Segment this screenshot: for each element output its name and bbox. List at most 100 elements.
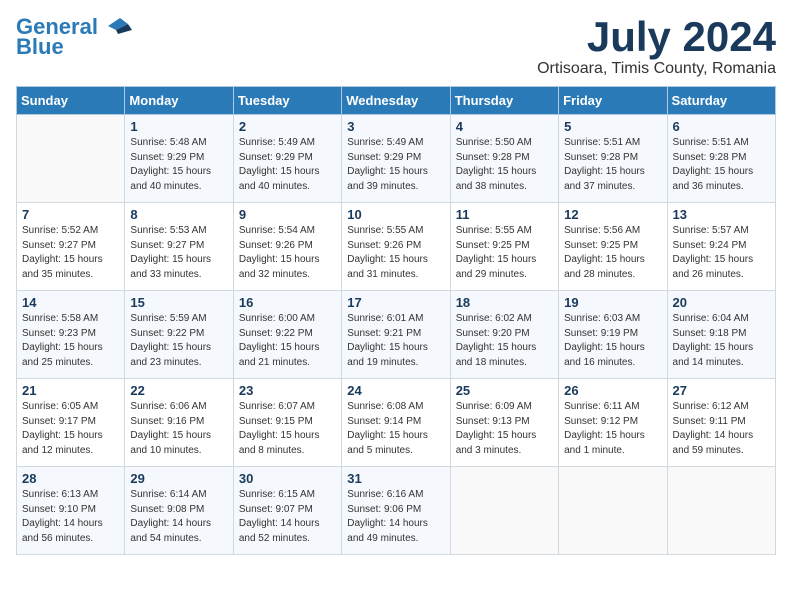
calendar-cell: 4Sunrise: 5:50 AM Sunset: 9:28 PM Daylig… <box>450 115 558 203</box>
weekday-header-tuesday: Tuesday <box>233 87 341 115</box>
day-number: 13 <box>673 207 770 222</box>
day-info: Sunrise: 6:16 AM Sunset: 9:06 PM Dayligh… <box>347 488 444 546</box>
calendar-cell: 10 Sunrise: 5:55 AM Sunset: 9:26 PM Dayli… <box>342 203 450 291</box>
day-number: 31 <box>347 471 444 486</box>
calendar-cell: 2 Sunrise: 5:49 AM Sunset: 9:29 PM Daylig… <box>233 115 341 203</box>
calendar-cell: 5Sunrise: 5:51 AM Sunset: 9:28 PM Daylig… <box>559 115 667 203</box>
day-number: 2 <box>239 119 336 134</box>
calendar-cell: 30Sunrise: 6:15 AM Sunset: 9:07 PM Dayli… <box>233 467 341 555</box>
day-number: 16 <box>239 295 336 310</box>
calendar-cell: 16Sunrise: 6:00 AM Sunset: 9:22 PM Dayli… <box>233 291 341 379</box>
weekday-header-monday: Monday <box>125 87 233 115</box>
day-number: 4 <box>456 119 553 134</box>
day-info: Sunrise: 5:55 AM Sunset: 9:25 PM Dayligh… <box>456 224 553 282</box>
day-info: Sunrise: 5:54 AM Sunset: 9:26 PM Dayligh… <box>239 224 336 282</box>
calendar-cell: 18 Sunrise: 6:02 AM Sunset: 9:20 PM Dayli… <box>450 291 558 379</box>
day-number: 9 <box>239 207 336 222</box>
calendar-cell <box>667 467 775 555</box>
calendar-week-row: 1 Sunrise: 5:48 AM Sunset: 9:29 PM Daylig… <box>17 115 776 203</box>
calendar-cell: 21 Sunrise: 6:05 AM Sunset: 9:17 PM Dayli… <box>17 379 125 467</box>
calendar-cell: 31 Sunrise: 6:16 AM Sunset: 9:06 PM Dayli… <box>342 467 450 555</box>
day-info: Sunrise: 5:51 AM Sunset: 9:28 PM Dayligh… <box>673 136 770 194</box>
calendar-cell: 3 Sunrise: 5:49 AM Sunset: 9:29 PM Daylig… <box>342 115 450 203</box>
day-number: 20 <box>673 295 770 310</box>
weekday-header-sunday: Sunday <box>17 87 125 115</box>
calendar-cell: 19 Sunrise: 6:03 AM Sunset: 9:19 PM Dayli… <box>559 291 667 379</box>
weekday-header-wednesday: Wednesday <box>342 87 450 115</box>
day-info: Sunrise: 6:01 AM Sunset: 9:21 PM Dayligh… <box>347 312 444 370</box>
day-number: 12 <box>564 207 661 222</box>
day-info: Sunrise: 6:04 AM Sunset: 9:18 PM Dayligh… <box>673 312 770 370</box>
day-number: 5 <box>564 119 661 134</box>
calendar-header-row: SundayMondayTuesdayWednesdayThursdayFrid… <box>17 87 776 115</box>
calendar-cell: 28 Sunrise: 6:13 AM Sunset: 9:10 PM Dayli… <box>17 467 125 555</box>
day-info: Sunrise: 5:57 AM Sunset: 9:24 PM Dayligh… <box>673 224 770 282</box>
day-number: 17 <box>347 295 444 310</box>
day-number: 18 <box>456 295 553 310</box>
calendar-week-row: 7 Sunrise: 5:52 AM Sunset: 9:27 PM Daylig… <box>17 203 776 291</box>
calendar-week-row: 28 Sunrise: 6:13 AM Sunset: 9:10 PM Dayli… <box>17 467 776 555</box>
day-number: 6 <box>673 119 770 134</box>
day-info: Sunrise: 6:14 AM Sunset: 9:08 PM Dayligh… <box>130 488 227 546</box>
day-number: 7 <box>22 207 119 222</box>
day-number: 14 <box>22 295 119 310</box>
day-number: 21 <box>22 383 119 398</box>
page-header: General Blue July 2024 Ortisoara, Timis … <box>16 16 776 78</box>
day-info: Sunrise: 6:12 AM Sunset: 9:11 PM Dayligh… <box>673 400 770 458</box>
day-info: Sunrise: 6:02 AM Sunset: 9:20 PM Dayligh… <box>456 312 553 370</box>
day-info: Sunrise: 5:49 AM Sunset: 9:29 PM Dayligh… <box>239 136 336 194</box>
day-number: 8 <box>130 207 227 222</box>
calendar-table: SundayMondayTuesdayWednesdayThursdayFrid… <box>16 86 776 555</box>
calendar-cell <box>17 115 125 203</box>
day-number: 26 <box>564 383 661 398</box>
day-info: Sunrise: 6:03 AM Sunset: 9:19 PM Dayligh… <box>564 312 661 370</box>
calendar-cell: 17 Sunrise: 6:01 AM Sunset: 9:21 PM Dayli… <box>342 291 450 379</box>
calendar-week-row: 14 Sunrise: 5:58 AM Sunset: 9:23 PM Dayli… <box>17 291 776 379</box>
day-number: 22 <box>130 383 227 398</box>
day-info: Sunrise: 5:53 AM Sunset: 9:27 PM Dayligh… <box>130 224 227 282</box>
logo: General Blue <box>16 16 132 58</box>
day-info: Sunrise: 5:58 AM Sunset: 9:23 PM Dayligh… <box>22 312 119 370</box>
calendar-cell: 1 Sunrise: 5:48 AM Sunset: 9:29 PM Daylig… <box>125 115 233 203</box>
title-block: July 2024 Ortisoara, Timis County, Roman… <box>537 16 776 78</box>
day-info: Sunrise: 6:13 AM Sunset: 9:10 PM Dayligh… <box>22 488 119 546</box>
day-info: Sunrise: 5:56 AM Sunset: 9:25 PM Dayligh… <box>564 224 661 282</box>
day-info: Sunrise: 5:52 AM Sunset: 9:27 PM Dayligh… <box>22 224 119 282</box>
calendar-cell <box>559 467 667 555</box>
weekday-header-saturday: Saturday <box>667 87 775 115</box>
day-info: Sunrise: 5:55 AM Sunset: 9:26 PM Dayligh… <box>347 224 444 282</box>
calendar-cell: 20 Sunrise: 6:04 AM Sunset: 9:18 PM Dayli… <box>667 291 775 379</box>
month-title: July 2024 <box>537 16 776 58</box>
calendar-cell: 26Sunrise: 6:11 AM Sunset: 9:12 PM Dayli… <box>559 379 667 467</box>
day-number: 27 <box>673 383 770 398</box>
location-subtitle: Ortisoara, Timis County, Romania <box>537 60 776 78</box>
day-info: Sunrise: 6:08 AM Sunset: 9:14 PM Dayligh… <box>347 400 444 458</box>
day-number: 29 <box>130 471 227 486</box>
day-number: 25 <box>456 383 553 398</box>
day-info: Sunrise: 6:07 AM Sunset: 9:15 PM Dayligh… <box>239 400 336 458</box>
calendar-cell: 7 Sunrise: 5:52 AM Sunset: 9:27 PM Daylig… <box>17 203 125 291</box>
calendar-cell: 6 Sunrise: 5:51 AM Sunset: 9:28 PM Daylig… <box>667 115 775 203</box>
day-number: 28 <box>22 471 119 486</box>
calendar-cell: 14 Sunrise: 5:58 AM Sunset: 9:23 PM Dayli… <box>17 291 125 379</box>
calendar-cell: 8 Sunrise: 5:53 AM Sunset: 9:27 PM Daylig… <box>125 203 233 291</box>
calendar-cell: 9 Sunrise: 5:54 AM Sunset: 9:26 PM Daylig… <box>233 203 341 291</box>
day-number: 10 <box>347 207 444 222</box>
day-info: Sunrise: 6:06 AM Sunset: 9:16 PM Dayligh… <box>130 400 227 458</box>
day-info: Sunrise: 6:05 AM Sunset: 9:17 PM Dayligh… <box>22 400 119 458</box>
day-number: 23 <box>239 383 336 398</box>
day-info: Sunrise: 5:49 AM Sunset: 9:29 PM Dayligh… <box>347 136 444 194</box>
calendar-week-row: 21 Sunrise: 6:05 AM Sunset: 9:17 PM Dayli… <box>17 379 776 467</box>
day-number: 1 <box>130 119 227 134</box>
day-number: 11 <box>456 207 553 222</box>
day-info: Sunrise: 6:09 AM Sunset: 9:13 PM Dayligh… <box>456 400 553 458</box>
day-number: 3 <box>347 119 444 134</box>
day-number: 15 <box>130 295 227 310</box>
calendar-cell <box>450 467 558 555</box>
calendar-cell: 22 Sunrise: 6:06 AM Sunset: 9:16 PM Dayli… <box>125 379 233 467</box>
day-info: Sunrise: 5:48 AM Sunset: 9:29 PM Dayligh… <box>130 136 227 194</box>
day-number: 24 <box>347 383 444 398</box>
logo-bird-icon <box>100 16 132 38</box>
logo-text-blue: Blue <box>16 36 132 58</box>
day-number: 19 <box>564 295 661 310</box>
